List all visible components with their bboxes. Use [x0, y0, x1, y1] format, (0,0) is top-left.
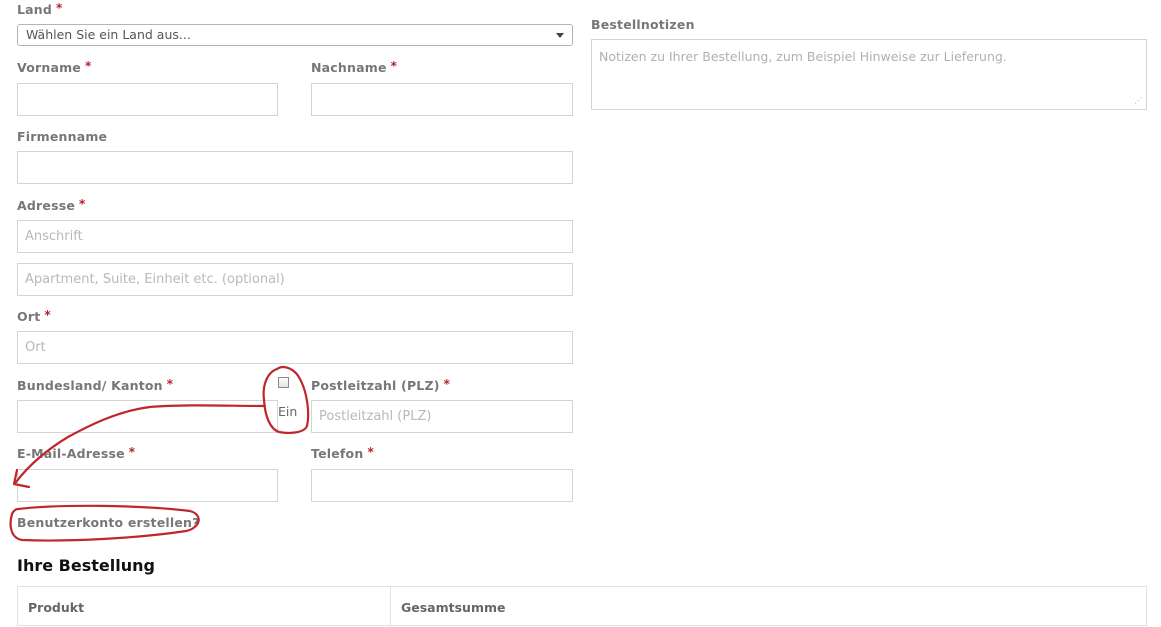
email-input[interactable]	[17, 469, 278, 502]
required-marker: *	[367, 445, 374, 459]
resize-grip-icon[interactable]: ⋰	[1134, 96, 1144, 106]
order-notes-textarea[interactable]	[591, 39, 1147, 110]
country-select[interactable]: Wählen Sie ein Land aus...	[17, 24, 573, 46]
create-account-checkbox[interactable]	[278, 377, 289, 388]
country-label-text: Land	[17, 2, 53, 17]
postcode-label: Postleitzahl (PLZ) *	[311, 377, 451, 393]
state-label-text: Bundesland/ Kanton	[17, 378, 163, 393]
required-marker: *	[84, 59, 92, 73]
address-line1-input[interactable]	[17, 220, 573, 253]
last-name-input[interactable]	[311, 83, 573, 116]
required-marker: *	[443, 377, 451, 391]
first-name-label-text: Vorname	[17, 60, 81, 75]
postcode-input[interactable]	[311, 400, 573, 433]
first-name-input[interactable]	[17, 83, 278, 116]
phone-input[interactable]	[311, 469, 573, 502]
email-label: E-Mail-Adresse *	[17, 445, 136, 461]
phone-label-text: Telefon	[311, 446, 364, 461]
state-label: Bundesland/ Kanton *	[17, 377, 174, 393]
city-label-text: Ort	[17, 309, 41, 324]
order-table-header-product: Produkt	[28, 600, 85, 615]
city-label: Ort *	[17, 308, 51, 324]
address-label-text: Adresse	[17, 198, 76, 213]
required-marker: *	[128, 445, 136, 459]
last-name-label: Nachname *	[311, 59, 398, 75]
checkbox-label: Ein	[278, 404, 298, 419]
country-label: Land *	[17, 1, 63, 17]
required-marker: *	[79, 197, 86, 211]
order-table-header-total: Gesamtsumme	[401, 600, 506, 615]
required-marker: *	[56, 1, 63, 15]
company-label-text: Firmenname	[17, 129, 108, 144]
postcode-label-text: Postleitzahl (PLZ)	[311, 378, 440, 393]
state-input[interactable]	[17, 400, 278, 433]
address-label: Adresse *	[17, 197, 86, 213]
create-account-label[interactable]: Benutzerkonto erstellen?	[17, 515, 200, 530]
first-name-label: Vorname *	[17, 59, 92, 75]
order-table-divider	[390, 587, 391, 627]
order-table: Produkt Gesamtsumme	[17, 586, 1147, 627]
required-marker: *	[390, 59, 398, 73]
required-marker: *	[44, 308, 51, 322]
country-select-value: Wählen Sie ein Land aus...	[26, 27, 191, 42]
phone-label: Telefon *	[311, 445, 374, 461]
city-input[interactable]	[17, 331, 573, 364]
last-name-label-text: Nachname	[311, 60, 387, 75]
address-line2-input[interactable]	[17, 263, 573, 296]
required-marker: *	[166, 377, 174, 391]
chevron-down-icon	[556, 33, 564, 38]
company-input[interactable]	[17, 151, 573, 184]
order-notes-label: Bestellnotizen	[591, 17, 695, 32]
order-heading: Ihre Bestellung	[17, 556, 155, 575]
company-label: Firmenname	[17, 129, 107, 144]
email-label-text: E-Mail-Adresse	[17, 446, 125, 461]
